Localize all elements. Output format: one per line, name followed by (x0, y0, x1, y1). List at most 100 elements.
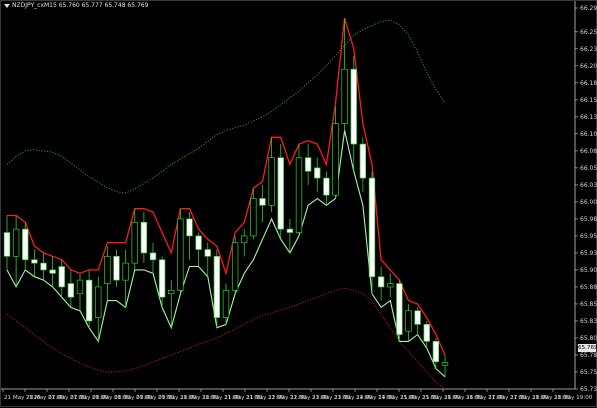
candles (3, 18, 449, 377)
candle (231, 235, 239, 294)
candle (22, 222, 29, 270)
candle-body (414, 310, 421, 325)
candle-body (149, 252, 157, 261)
candle (259, 184, 266, 223)
candle-body (359, 143, 367, 179)
price-label: 66.290 (580, 5, 597, 12)
candle (377, 266, 385, 301)
candle-body (22, 228, 29, 261)
candle-body (40, 262, 47, 271)
candle (423, 320, 430, 349)
candle-body (332, 123, 339, 196)
price-label: 66.155 (580, 97, 597, 104)
candle-body (241, 235, 248, 244)
candle (49, 256, 56, 287)
price-label: 65.930 (580, 250, 597, 257)
candle-body (177, 218, 184, 291)
candle-body (377, 276, 385, 288)
current-price-tag: 65.769 (578, 344, 597, 352)
price-label: 65.830 (580, 318, 597, 325)
candle (414, 307, 421, 335)
price-label: 65.905 (580, 267, 597, 274)
price-label: 65.780 (580, 352, 597, 359)
price-label: 65.805 (580, 335, 597, 342)
candle-body (104, 255, 111, 284)
indicator-bands (6, 18, 446, 390)
candle (76, 273, 84, 311)
candle (67, 269, 75, 308)
candle (177, 208, 184, 294)
candle (12, 215, 20, 287)
candle (149, 242, 157, 274)
price-label: 66.180 (580, 80, 597, 87)
price-label: 65.955 (580, 233, 597, 240)
candle (441, 354, 449, 377)
candle (204, 242, 211, 277)
candle (186, 212, 193, 260)
candle-body (314, 167, 321, 179)
outer-upper-envelope (6, 19, 446, 194)
candle-body (350, 68, 357, 145)
candle (58, 259, 65, 298)
candle-body (85, 279, 93, 322)
price-label: 66.055 (580, 165, 597, 172)
candle-body (186, 218, 193, 237)
lower-band-line (6, 130, 446, 378)
price-label: 66.130 (580, 114, 597, 121)
candle-body (213, 255, 221, 318)
candle (359, 137, 367, 192)
candle (40, 252, 47, 281)
candle-body (259, 198, 266, 206)
candle-body (368, 177, 376, 278)
candle-body (67, 283, 75, 298)
price-label: 66.080 (580, 148, 597, 155)
candle (295, 144, 303, 236)
candle-body (140, 221, 148, 254)
candle (314, 157, 321, 192)
candle (396, 280, 403, 342)
chart-window[interactable]: NZDJPY_cxM15 65.760 65.777 65.748 65.769… (0, 0, 597, 407)
candle-body (195, 235, 202, 250)
candle-body (168, 289, 175, 295)
candle-body (222, 289, 230, 318)
time-label: 21 May 19:00 (554, 395, 593, 401)
candle (277, 144, 284, 240)
candle-body (3, 232, 11, 257)
candle (140, 212, 148, 264)
candle-body (12, 228, 20, 257)
candle-body (441, 362, 449, 366)
candle-body (432, 341, 440, 363)
price-label: 65.980 (580, 216, 597, 223)
candle-body (387, 283, 394, 288)
candle-body (95, 286, 102, 318)
candle (405, 303, 412, 342)
candle (387, 273, 394, 298)
candle-body (204, 249, 211, 257)
price-label: 65.755 (580, 369, 597, 376)
candle (241, 229, 248, 257)
candle-body (113, 255, 120, 281)
price-chart[interactable]: 66.290 66.255 66.230 66.205 66.180 66.155 66.1… (1, 1, 597, 408)
candle-body (423, 324, 430, 342)
candle (104, 246, 111, 301)
price-label: 66.255 (580, 29, 597, 36)
price-label: 65.855 (580, 301, 597, 308)
candle (31, 249, 38, 277)
candle-body (158, 259, 166, 298)
candle-body (277, 157, 284, 230)
candle-body (49, 269, 56, 274)
price-label: 66.205 (580, 63, 597, 70)
price-label: 66.005 (580, 199, 597, 206)
candle (286, 218, 294, 253)
candle-body (268, 157, 275, 206)
candle (3, 215, 11, 270)
candle-body (76, 279, 84, 295)
candle-body (405, 310, 412, 332)
candle (368, 171, 376, 294)
price-label: 66.230 (580, 46, 597, 53)
candle-body (286, 228, 294, 233)
candle-body (131, 221, 138, 264)
candle (323, 171, 330, 206)
price-label: 65.730 (580, 386, 597, 393)
price-label: 65.880 (580, 284, 597, 291)
